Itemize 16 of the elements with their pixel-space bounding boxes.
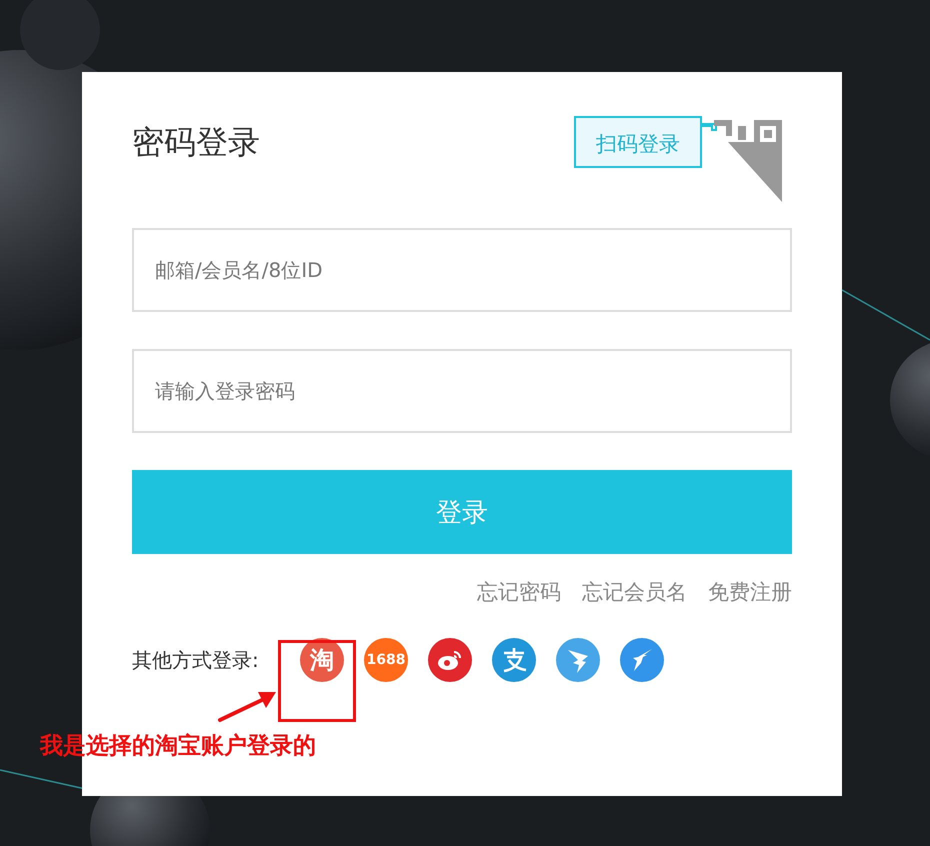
login-button[interactable]: 登录 (132, 470, 792, 554)
page-title: 密码登录 (132, 122, 260, 163)
login-provider-button[interactable]: 1688 (364, 638, 408, 682)
input-field[interactable]: 邮箱/会员名/8位ID (132, 228, 792, 312)
login-provider-button[interactable] (556, 638, 600, 682)
login-provider-button[interactable] (428, 638, 472, 682)
weibo-icon (437, 649, 463, 671)
input-field[interactable]: 请输入登录密码 (132, 349, 792, 433)
text-link[interactable]: 免费注册 (708, 578, 792, 606)
other-login-label: 其他方式登录: (132, 646, 260, 674)
login-provider-button[interactable]: 淘 (300, 638, 344, 682)
qr-login-tab[interactable]: 扫码登录 (574, 116, 702, 168)
login-provider-button[interactable] (492, 638, 536, 682)
login-provider-button[interactable] (620, 638, 664, 682)
text-link[interactable]: 忘记密码 (477, 578, 561, 606)
text-link[interactable]: 忘记会员名 (582, 578, 687, 606)
